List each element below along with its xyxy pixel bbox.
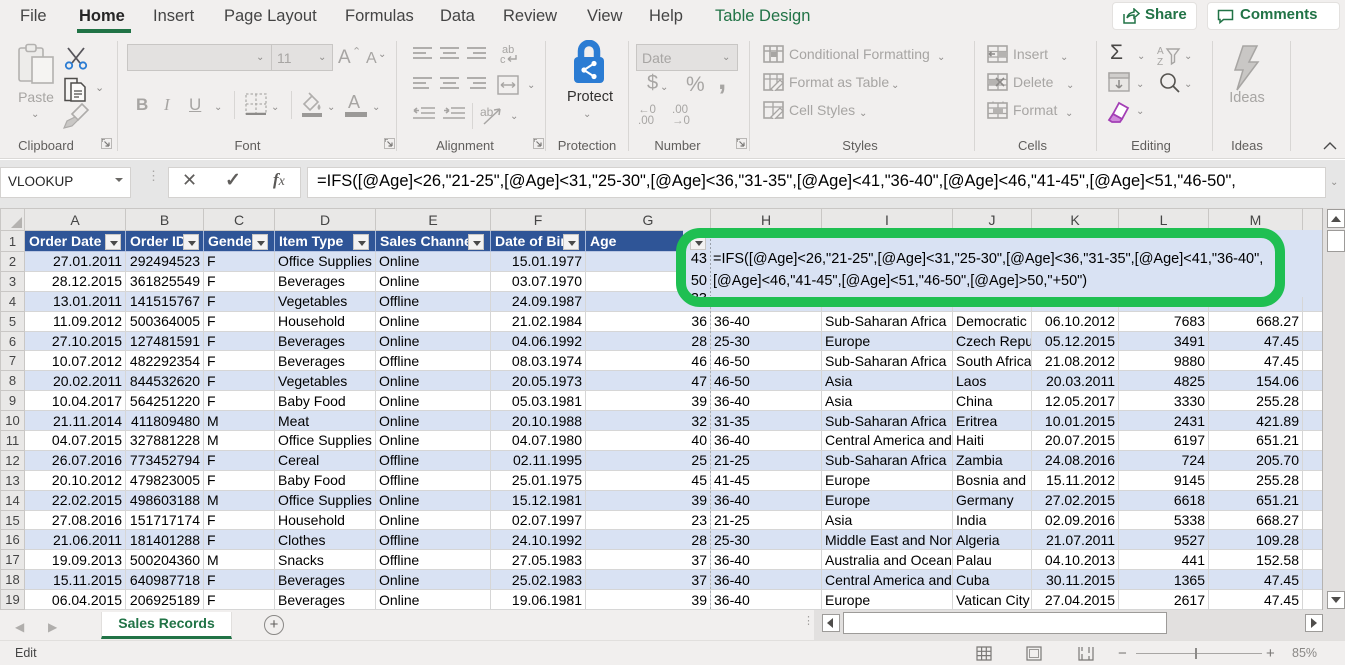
svg-text:c: c (500, 54, 506, 65)
svg-text:Z: Z (1157, 57, 1163, 67)
svg-text:A: A (1157, 46, 1164, 57)
